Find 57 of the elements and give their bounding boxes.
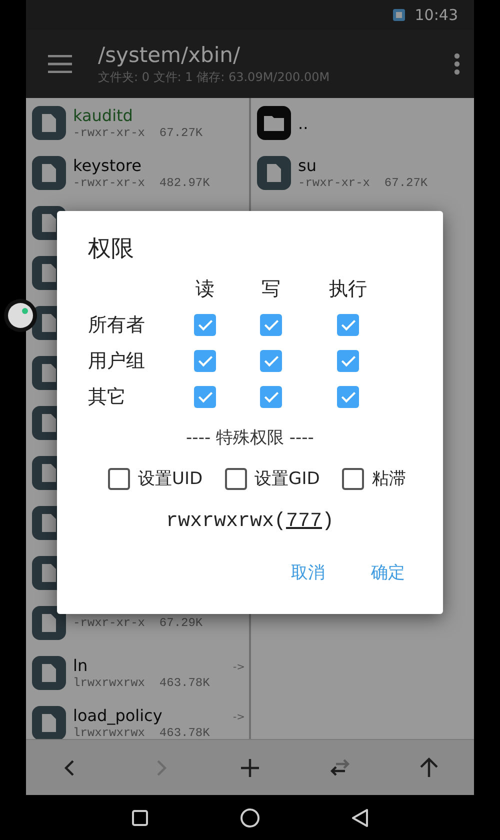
file-meta: -rwxr-xr-x 67.29K (73, 616, 203, 630)
storage-summary: 文件夹: 0 文件: 1 储存: 63.09M/200.00M (98, 68, 331, 86)
octal-field[interactable]: 777 (286, 510, 322, 533)
file-name[interactable]: .. (298, 114, 308, 132)
clock: 10:43 (414, 6, 458, 24)
dialog-title: 权限 (88, 235, 135, 264)
home-icon[interactable] (240, 808, 260, 828)
file-meta: lrwxrwxrwx 463.78K (73, 726, 210, 739)
section-heading: ---- 特殊权限 ---- (186, 427, 314, 449)
row-label: 用户组 (88, 349, 146, 374)
recents-icon[interactable] (132, 810, 148, 826)
file-meta: -rwxr-xr-x 67.27K (73, 126, 203, 140)
file-icon (267, 164, 281, 182)
file-icon (42, 664, 56, 682)
checkbox[interactable] (194, 314, 216, 336)
checkbox[interactable] (260, 386, 282, 408)
file-meta: -rwxr-xr-x 482.97K (73, 176, 210, 190)
permission-string: rwxrwxrwx( (166, 510, 286, 533)
folder-path: /system/xbin/ (98, 42, 242, 66)
file-name[interactable]: keystore (73, 156, 210, 175)
file-name[interactable]: ln (73, 656, 210, 675)
checkbox[interactable] (260, 314, 282, 336)
checkbox[interactable] (108, 468, 130, 490)
file-meta: -rwxr-xr-x 67.27K (298, 176, 428, 190)
checkbox[interactable] (337, 314, 359, 336)
checkbox-label: 设置UID (138, 468, 203, 490)
checkbox[interactable] (194, 350, 216, 372)
file-icon (42, 114, 56, 132)
checkbox-label: 设置GID (254, 468, 320, 490)
link-mark: -> (233, 712, 245, 723)
column-header: 读 (196, 277, 214, 302)
row-label: 所有者 (88, 313, 146, 338)
file-name[interactable]: kauditd (73, 106, 203, 125)
closing-paren: ) (322, 510, 334, 533)
row-label: 其它 (88, 385, 127, 410)
checkbox-label: 粘滞 (372, 468, 406, 490)
back-icon[interactable] (352, 808, 368, 826)
checkbox[interactable] (224, 468, 247, 490)
floating-button[interactable] (8, 303, 33, 328)
link-mark: -> (233, 662, 245, 673)
checkbox[interactable] (337, 350, 359, 372)
checkbox[interactable] (260, 350, 282, 372)
more-icon[interactable] (454, 53, 460, 75)
folder-icon (264, 115, 284, 131)
column-header: 执行 (329, 277, 367, 302)
column-header: 写 (262, 277, 280, 302)
checkbox[interactable] (342, 468, 364, 490)
file-icon (42, 614, 56, 632)
file-meta: lrwxrwxrwx 463.78K (73, 676, 210, 690)
checkbox[interactable] (194, 386, 216, 408)
menu-icon[interactable] (48, 55, 72, 73)
file-name[interactable]: load_policy (73, 706, 210, 725)
checkbox[interactable] (337, 386, 359, 408)
file-name[interactable]: su (298, 156, 428, 175)
notification-icon (392, 9, 405, 21)
file-icon (42, 164, 56, 182)
file-icon (42, 714, 56, 732)
